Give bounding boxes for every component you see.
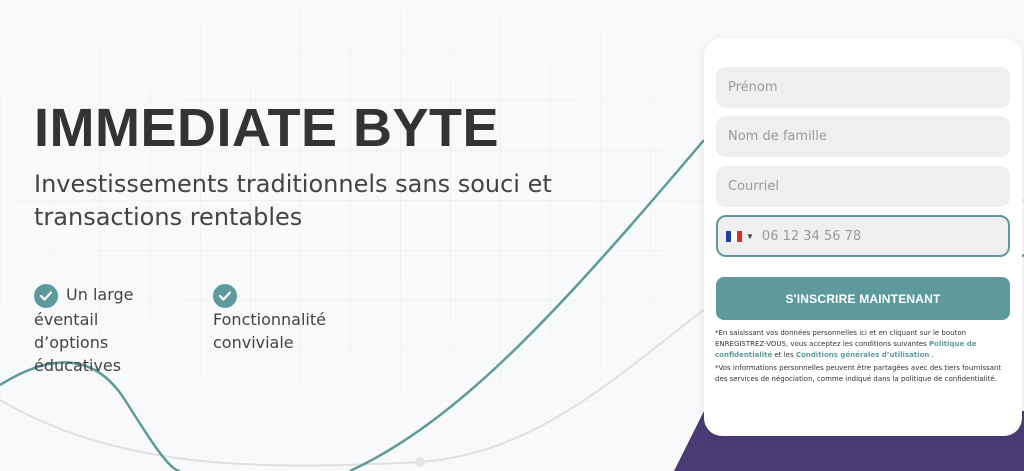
legal-consent-suffix: . (929, 351, 934, 359)
curve-dot (415, 457, 425, 467)
phone-field: ▼ (716, 215, 1010, 257)
feature-item: Un large éventail d’options éducatives (34, 283, 164, 377)
check-icon (34, 283, 58, 308)
page-title: IMMEDIATE BYTE (34, 98, 499, 158)
check-icon (213, 283, 237, 308)
feature-label: Fonctionnalité conviviale (213, 309, 326, 352)
signup-form: ▼ S'INSCRIRE MAINTENANT *En saisissant v… (704, 38, 1022, 436)
feature-item: Fonctionnalité conviviale (213, 283, 363, 354)
legal-consent-text: *En saisissant vos données personnelles … (715, 328, 1011, 361)
legal-consent-mid: et les (772, 351, 796, 359)
email-input[interactable] (716, 166, 1010, 207)
flag-fr-icon (726, 230, 742, 242)
last-name-input[interactable] (716, 116, 1010, 157)
page-subtitle: Investissements traditionnels sans souci… (34, 170, 552, 231)
chevron-down-icon: ▼ (746, 231, 754, 241)
terms-link[interactable]: Conditions générales d’utilisation (796, 351, 930, 359)
phone-input[interactable] (761, 221, 1002, 251)
legal-sharing-text: *Vos informations personnelles peuvent ê… (715, 364, 1002, 383)
country-selector[interactable]: ▼ (718, 230, 754, 242)
first-name-input[interactable] (716, 67, 1010, 108)
submit-button[interactable]: S'INSCRIRE MAINTENANT (716, 277, 1010, 320)
hero-section: IMMEDIATE BYTE Investissements tradition… (34, 98, 654, 234)
